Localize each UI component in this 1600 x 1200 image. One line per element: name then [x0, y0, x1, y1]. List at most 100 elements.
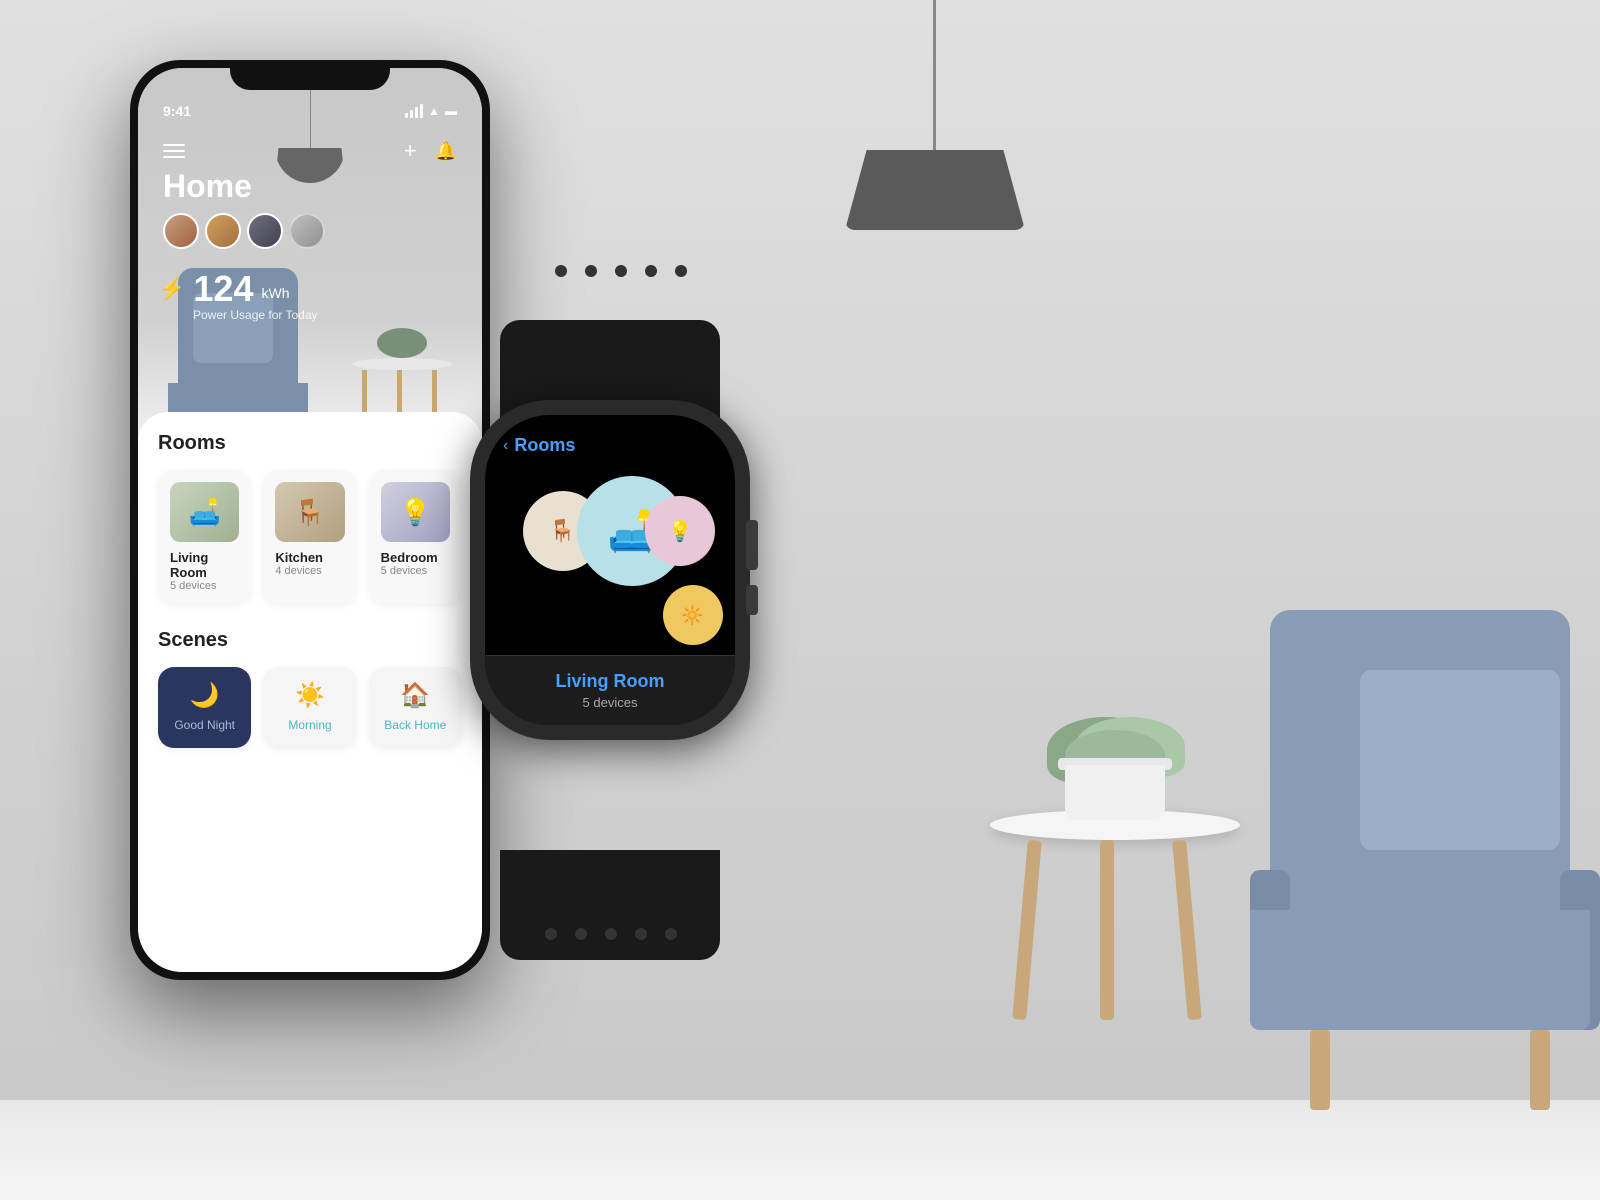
phone-screen: 9:41 ▲ ▬	[138, 68, 482, 972]
avatar-4[interactable]	[289, 213, 325, 249]
sun-icon: ☀️	[273, 681, 346, 710]
good-night-label: Good Night	[174, 718, 235, 732]
power-label: Power Usage for Today	[193, 308, 318, 322]
kitchen-image: 🪑	[275, 482, 344, 542]
bedroom-room-devices: 5 devices	[381, 565, 450, 577]
pot-body	[1065, 765, 1165, 820]
mini-plant	[377, 328, 427, 358]
watch-selected-room-devices: 5 devices	[503, 695, 717, 710]
signal-bar-4	[420, 104, 423, 118]
phone-scroll-content: Rooms 🛋️ Living Room 5 devices 🪑 Kitchen	[138, 412, 482, 768]
bedroom-emoji-icon: 💡	[399, 497, 431, 528]
scenes-grid: 🌙 Good Night ☀️ Morning 🏠 Back Home	[158, 667, 462, 748]
band-hole-b4	[635, 928, 647, 940]
floor	[0, 1100, 1600, 1200]
band-hole-3	[615, 265, 627, 277]
kitchen-room-name: Kitchen	[275, 550, 344, 565]
watch-screen: ‹ Rooms 🪑 🛋️ 💡 🔆	[485, 415, 735, 725]
watch-bedroom-bubble[interactable]: 💡	[645, 496, 715, 566]
avatar-3[interactable]	[247, 213, 283, 249]
watch-body: ‹ Rooms 🪑 🛋️ 💡 🔆	[470, 400, 750, 740]
rooms-section-title: Rooms	[158, 432, 462, 455]
watch-side-button[interactable]	[746, 585, 758, 615]
living-room-image: 🛋️	[170, 482, 239, 542]
phone-notch	[230, 60, 390, 90]
phone-status-bar: 9:41 ▲ ▬	[138, 103, 482, 119]
watch-content: ‹ Rooms 🪑 🛋️ 💡 🔆	[485, 415, 735, 725]
band-hole-4	[645, 265, 657, 277]
ceiling-lamp-shade-right	[845, 150, 1025, 230]
rooms-grid: 🛋️ Living Room 5 devices 🪑 Kitchen 4 dev…	[158, 470, 462, 604]
band-holes-bottom	[545, 928, 677, 940]
chair-leg1	[1530, 1030, 1550, 1110]
watch-crown-button[interactable]	[746, 520, 758, 570]
phone-white-card: Rooms 🛋️ Living Room 5 devices 🪑 Kitchen	[138, 412, 482, 972]
kitchen-emoji-icon: 🪑	[294, 497, 326, 528]
other-bubble-icon: 🔆	[681, 605, 703, 626]
scene-good-night[interactable]: 🌙 Good Night	[158, 667, 251, 748]
bedroom-bubble-icon: 💡	[668, 519, 693, 544]
chair-seat	[1250, 910, 1590, 1030]
band-hole-b3	[605, 928, 617, 940]
back-home-label: Back Home	[384, 718, 446, 732]
hamburger-menu-icon[interactable]	[163, 144, 185, 158]
band-hole-b5	[665, 928, 677, 940]
watch-back-chevron-icon[interactable]: ‹	[503, 437, 508, 455]
room-card-bedroom[interactable]: 💡 Bedroom 5 devices	[369, 470, 462, 604]
living-room-devices: 5 devices	[170, 580, 239, 592]
table-leg-1	[1012, 840, 1042, 1021]
battery-icon: ▬	[445, 104, 457, 118]
room-card-kitchen[interactable]: 🪑 Kitchen 4 devices	[263, 470, 356, 604]
sofa-emoji-icon: 🛋️	[188, 497, 220, 528]
band-hole-2	[585, 265, 597, 277]
band-hole-1	[555, 265, 567, 277]
signal-bars-icon	[405, 104, 423, 118]
chair-leg2	[1310, 1030, 1330, 1110]
signal-bar-3	[415, 107, 418, 118]
kitchen-room-devices: 4 devices	[275, 565, 344, 577]
phone-time: 9:41	[163, 103, 191, 119]
hamburger-line-3	[163, 156, 185, 158]
ceiling-wire-right-line	[933, 0, 936, 150]
chair-cushion	[1360, 670, 1560, 850]
mini-table-top	[352, 358, 452, 370]
watch-band-bottom	[500, 850, 720, 960]
band-hole-b2	[575, 928, 587, 940]
wifi-icon: ▲	[428, 104, 440, 118]
avatar-1[interactable]	[163, 213, 199, 249]
bolt-icon: ⚡	[158, 276, 185, 302]
bedroom-image: 💡	[381, 482, 450, 542]
moon-icon: 🌙	[168, 681, 241, 710]
band-holes-top	[555, 265, 687, 277]
watch-selected-room-name: Living Room	[503, 671, 717, 692]
table-leg-2	[1100, 840, 1114, 1020]
kitchen-bubble-icon: 🪑	[549, 518, 576, 544]
watch-other-bubble[interactable]: 🔆	[663, 585, 723, 645]
hamburger-line-1	[163, 144, 185, 146]
flower-side-table	[990, 810, 1240, 1110]
signal-bar-2	[410, 110, 413, 118]
apple-watch-mockup: ‹ Rooms 🪑 🛋️ 💡 🔆	[470, 400, 750, 880]
flower-pot	[1050, 730, 1180, 820]
right-armchair	[1220, 610, 1600, 1110]
add-button[interactable]: +	[404, 138, 417, 164]
scenes-section-title: Scenes	[158, 629, 462, 652]
home-title: Home	[163, 168, 252, 205]
bedroom-room-name: Bedroom	[381, 550, 450, 565]
phone-mockup: 9:41 ▲ ▬	[130, 60, 490, 980]
nav-right-icons: + 🔔	[404, 138, 457, 164]
morning-label: Morning	[288, 718, 331, 732]
signal-bar-1	[405, 113, 408, 118]
room-card-living[interactable]: 🛋️ Living Room 5 devices	[158, 470, 251, 604]
phone-status-icons: ▲ ▬	[405, 104, 457, 118]
avatar-2[interactable]	[205, 213, 241, 249]
scene-morning[interactable]: ☀️ Morning	[263, 667, 356, 748]
watch-rooms-title: Rooms	[514, 435, 575, 456]
watch-room-info: Living Room 5 devices	[485, 655, 735, 725]
bell-button[interactable]: 🔔	[435, 141, 457, 162]
power-usage-section: ⚡ 124 kWh	[158, 268, 289, 310]
house-icon: 🏠	[379, 681, 452, 710]
phone-nav-bar: + 🔔	[138, 138, 482, 164]
avatars-row	[163, 213, 325, 249]
scene-back-home[interactable]: 🏠 Back Home	[369, 667, 462, 748]
